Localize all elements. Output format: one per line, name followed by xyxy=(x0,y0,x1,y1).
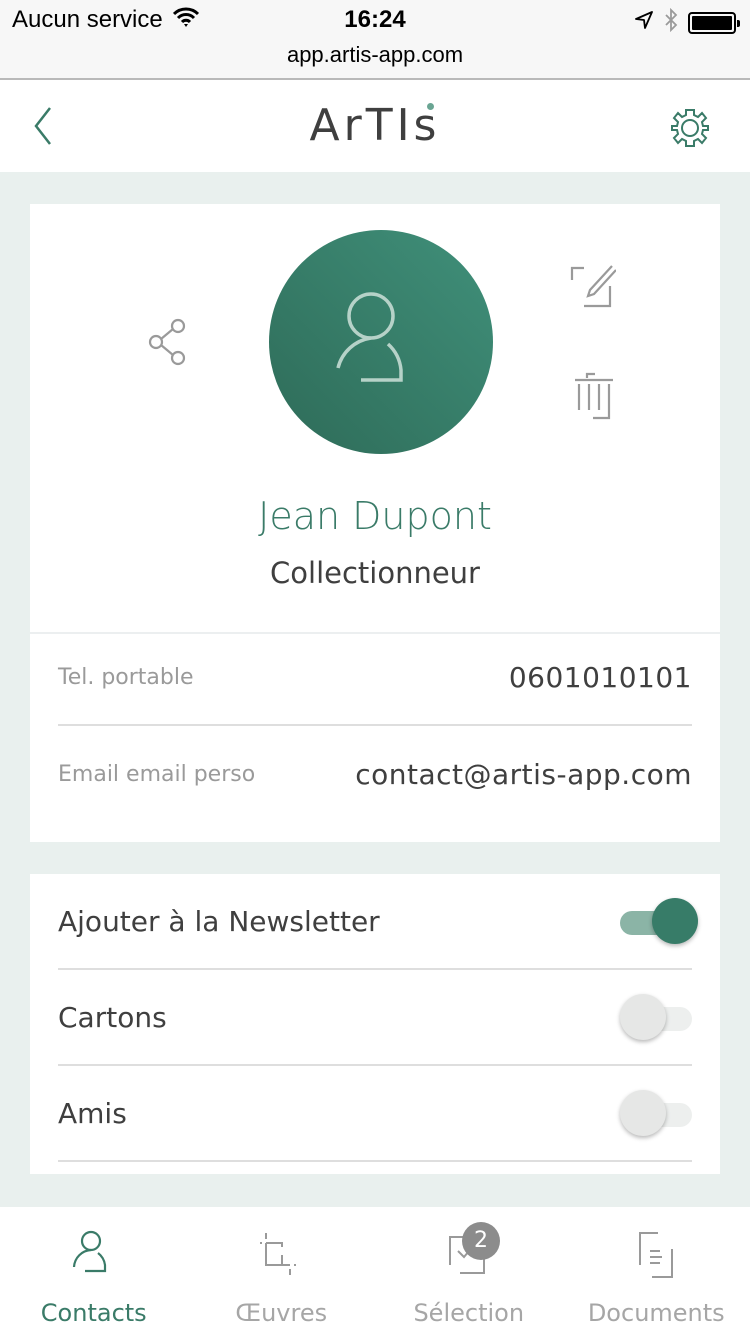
app-logo: ArTIs xyxy=(0,100,750,151)
toggle-label: Amis xyxy=(58,1096,127,1130)
phone-value[interactable]: 0601010101 xyxy=(509,661,692,694)
toggle-knob[interactable] xyxy=(620,994,666,1040)
contact-name: Jean Dupont xyxy=(258,494,492,538)
status-icons xyxy=(634,7,740,37)
toggle-row-amis: Amis xyxy=(58,1066,692,1162)
status-bar: Aucun service 16:24 app.artis-app.com xyxy=(0,0,750,80)
cartons-toggle[interactable] xyxy=(620,994,692,1040)
crop-icon xyxy=(260,1233,297,1275)
url-bar[interactable]: app.artis-app.com xyxy=(0,42,750,68)
delete-button[interactable] xyxy=(573,372,615,422)
info-row-email[interactable]: Email email perso contact@artis-app.com xyxy=(58,726,692,822)
tab-label: Œuvres xyxy=(235,1299,328,1327)
info-row-phone[interactable]: Tel. portable 0601010101 xyxy=(58,630,692,726)
tab-oeuvres[interactable]: Œuvres xyxy=(188,1207,376,1334)
logo-dot xyxy=(426,103,434,110)
tab-label: Documents xyxy=(587,1299,725,1327)
toggles-card: Ajouter à la Newsletter Cartons Amis xyxy=(30,874,720,1174)
document-icon xyxy=(639,1232,674,1278)
share-icon xyxy=(148,318,186,366)
location-icon xyxy=(634,10,654,35)
toggle-row-cartons: Cartons xyxy=(58,970,692,1066)
toggle-label: Ajouter à la Newsletter xyxy=(58,904,380,938)
amis-toggle[interactable] xyxy=(620,1090,692,1136)
edit-icon xyxy=(570,265,617,308)
toggle-row-newsletter: Ajouter à la Newsletter xyxy=(58,874,698,970)
edit-button[interactable] xyxy=(570,264,617,310)
tab-contacts[interactable]: Contacts xyxy=(0,1207,188,1334)
newsletter-toggle[interactable] xyxy=(620,898,698,944)
email-value[interactable]: contact@artis-app.com xyxy=(355,758,692,791)
user-icon xyxy=(72,1230,106,1273)
app-header: ArTIs xyxy=(0,80,750,172)
toggle-knob[interactable] xyxy=(620,1090,666,1136)
tab-documents[interactable]: Documents xyxy=(563,1207,750,1334)
toggle-knob[interactable] xyxy=(652,898,698,944)
battery-icon xyxy=(688,11,740,34)
selection-count-badge: 2 xyxy=(462,1222,500,1260)
gear-icon xyxy=(671,109,709,147)
contact-role: Collectionneur xyxy=(270,556,480,590)
user-icon xyxy=(336,292,403,382)
tab-label: Sélection xyxy=(413,1299,525,1327)
field-label: Tel. portable xyxy=(58,664,194,690)
field-label: Email email perso xyxy=(58,761,256,787)
bottom-tab-bar: Contacts Œuvres Sélection Documents xyxy=(0,1207,750,1334)
share-button[interactable] xyxy=(146,316,192,368)
settings-button[interactable] xyxy=(668,106,712,150)
toggle-label: Cartons xyxy=(58,1000,167,1034)
trash-icon xyxy=(575,372,613,420)
profile-card: Jean Dupont Collectionneur Tel. portable… xyxy=(30,204,720,842)
tab-label: Contacts xyxy=(40,1299,147,1327)
bluetooth-icon xyxy=(664,7,678,37)
avatar[interactable] xyxy=(269,230,493,454)
logo-text: ArTIs xyxy=(309,100,441,151)
